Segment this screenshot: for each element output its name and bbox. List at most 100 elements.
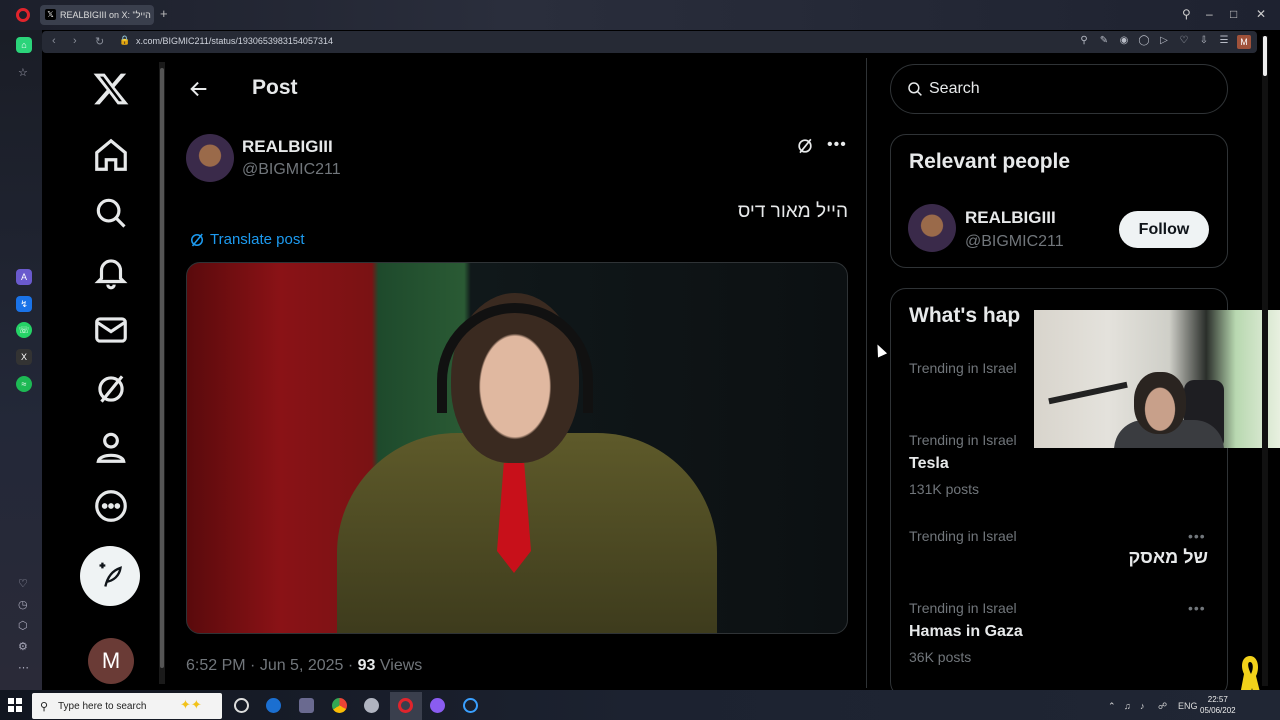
new-tab-icon[interactable]: +	[160, 7, 172, 20]
relevant-handle[interactable]: @BIGMIC211	[965, 233, 1064, 251]
compose-post-button[interactable]	[80, 546, 140, 606]
relevant-avatar[interactable]	[908, 204, 956, 252]
play-icon[interactable]: ▷	[1158, 35, 1170, 47]
language-indicator[interactable]: ENG	[1178, 701, 1198, 711]
camera-icon[interactable]: ◉	[1118, 35, 1130, 47]
taskbar-app-icon-2[interactable]	[299, 698, 314, 713]
post-meta: 6:52 PM · Jun 5, 2025 · 93 Views	[186, 657, 422, 675]
opera-taskbar-icon[interactable]	[398, 698, 413, 713]
view-count: 93	[357, 657, 376, 674]
download-icon[interactable]: ⇩	[1198, 35, 1210, 47]
author-handle[interactable]: @BIGMIC211	[242, 161, 341, 179]
tray-chevron-icon[interactable]: ⌃	[1108, 701, 1116, 712]
search-tabs-icon[interactable]: ⚲	[1182, 7, 1191, 21]
follow-button[interactable]: Follow	[1119, 211, 1209, 248]
right-scrollbar[interactable]	[1262, 36, 1268, 686]
trend-meta: Trending in Israel	[909, 600, 1017, 616]
close-icon[interactable]: ✕	[1256, 7, 1266, 21]
grok-explain-icon[interactable]	[795, 136, 815, 156]
back-nav-icon[interactable]: ‹	[52, 35, 56, 47]
account-avatar[interactable]: M	[88, 638, 134, 684]
steam-icon[interactable]	[266, 698, 281, 713]
speed-dial-icon[interactable]: ☆	[18, 66, 28, 79]
aria-icon[interactable]: A	[16, 269, 32, 285]
clock-date: 05/06/202	[1200, 706, 1236, 715]
network-icon[interactable]: ☍	[1158, 701, 1167, 712]
author-name[interactable]: REALBIGIII	[242, 137, 333, 157]
trend-more-icon[interactable]: •••	[1188, 600, 1206, 616]
left-scrollbar[interactable]	[159, 62, 165, 684]
grok-icon[interactable]	[92, 370, 130, 408]
minimize-icon[interactable]: –	[1206, 7, 1213, 21]
taskbar-app-icon-3[interactable]	[364, 698, 379, 713]
post-date[interactable]: Jun 5, 2025	[260, 657, 344, 674]
column-divider	[866, 58, 867, 688]
chrome-icon[interactable]	[332, 698, 347, 713]
search-placeholder[interactable]: Search	[929, 80, 980, 98]
trend-count: 131K posts	[909, 481, 980, 497]
back-arrow-icon[interactable]	[188, 78, 210, 100]
explore-search-icon[interactable]	[92, 194, 130, 232]
browser-profile-avatar[interactable]: M	[1237, 35, 1251, 49]
taskbar-app-icon[interactable]	[234, 698, 249, 713]
history-icon[interactable]: ◷	[18, 598, 28, 611]
author-avatar[interactable]	[186, 134, 234, 182]
mic-icon[interactable]: ♫	[1124, 701, 1131, 711]
trend-name[interactable]: של מאסק	[1000, 547, 1208, 568]
profile-person-icon[interactable]	[92, 428, 130, 466]
browser-tab[interactable]: 𝕏 REALBIGIII on X: "הייל	[40, 5, 154, 25]
maximize-icon[interactable]: □	[1230, 7, 1237, 21]
shield-icon[interactable]: ◯	[1138, 35, 1150, 47]
browser-titlebar	[0, 0, 1280, 30]
translate-icon[interactable]	[188, 231, 206, 249]
trend-name[interactable]: Tesla	[909, 455, 949, 473]
edit-icon[interactable]: ✎	[1098, 35, 1110, 47]
trend-name[interactable]: Hamas in Gaza	[909, 623, 1023, 641]
whatsapp-icon[interactable]: ☏	[16, 322, 32, 338]
home-icon[interactable]	[92, 136, 130, 174]
trend-meta: Trending in Israel	[909, 528, 1017, 544]
url-text[interactable]: x.com/BIGMIC211/status/19306539831540573…	[136, 36, 333, 46]
meta-separator: ·	[245, 657, 260, 674]
webcam-mic-arm	[1048, 381, 1128, 405]
messenger-icon[interactable]: ↯	[16, 296, 32, 312]
taskbar-clock[interactable]: 22:57 05/06/202	[1200, 694, 1236, 716]
post-image[interactable]	[186, 262, 848, 634]
x-logo-icon[interactable]	[92, 70, 130, 108]
translate-post-link[interactable]: Translate post	[210, 231, 305, 248]
search-highlight-icon: ✦✦	[180, 697, 202, 712]
taskbar-search-placeholder[interactable]: Type here to search	[58, 701, 146, 712]
discord-icon[interactable]	[430, 698, 445, 713]
windows-start-icon[interactable]	[8, 698, 22, 712]
trend-more-icon[interactable]: •••	[1188, 528, 1206, 544]
opera-logo-icon[interactable]	[16, 8, 30, 22]
favorites-icon[interactable]: ♡	[18, 577, 28, 590]
spotify-icon[interactable]: ≈	[16, 376, 32, 392]
more-circle-icon[interactable]	[92, 487, 130, 525]
x-sidebar-icon[interactable]: X	[16, 349, 32, 365]
extensions-icon[interactable]: ⬡	[18, 619, 28, 632]
more-sidebar-icon[interactable]: ⋯	[18, 661, 29, 674]
relevant-name[interactable]: REALBIGIII	[965, 208, 1056, 228]
whats-happening-title: What's hap	[909, 304, 1021, 327]
webcam-overlay	[1034, 310, 1280, 448]
opera-home-icon[interactable]: ⌂	[16, 37, 32, 53]
image-headphones	[437, 303, 593, 413]
notifications-bell-icon[interactable]	[92, 253, 130, 291]
volume-icon[interactable]: ♪	[1140, 701, 1145, 711]
messages-envelope-icon[interactable]	[92, 311, 130, 349]
trend-meta: Trending in Israel	[909, 360, 1017, 376]
more-options-icon[interactable]: •••	[827, 136, 847, 154]
lens-icon[interactable]: ⚲	[1078, 35, 1090, 47]
post-time[interactable]: 6:52 PM	[186, 657, 246, 674]
reload-icon[interactable]: ↻	[95, 35, 104, 48]
tab-title: REALBIGIII on X: "הייל	[60, 10, 151, 20]
heart-icon[interactable]: ♡	[1178, 35, 1190, 47]
trend-meta: Trending in Israel	[909, 432, 1017, 448]
forward-nav-icon[interactable]: ›	[73, 35, 77, 47]
menu-icon[interactable]: ☰	[1218, 35, 1230, 47]
trend-count: 36K posts	[909, 649, 972, 665]
settings-icon[interactable]: ⚙	[18, 640, 28, 653]
taskbar-search-icon: ⚲	[40, 701, 49, 713]
taskbar-app-icon-4[interactable]	[463, 698, 478, 713]
